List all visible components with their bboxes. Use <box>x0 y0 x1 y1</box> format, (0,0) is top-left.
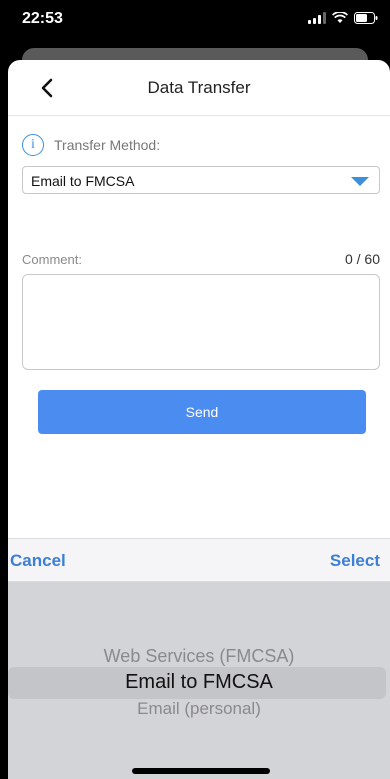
select-button[interactable]: Select <box>330 551 380 571</box>
comment-label: Comment: <box>22 252 82 267</box>
info-icon[interactable]: i <box>22 134 44 156</box>
picker-toolbar: Cancel Select <box>8 538 390 582</box>
picker-option[interactable]: Email (personal) <box>8 699 390 719</box>
dropdown-icon <box>351 177 369 186</box>
cancel-button[interactable]: Cancel <box>10 551 66 571</box>
transfer-method-value: Email to FMCSA <box>31 173 135 189</box>
status-time: 22:53 <box>22 10 63 27</box>
comment-textarea[interactable] <box>22 274 380 370</box>
status-bar: 22:53 <box>0 0 390 40</box>
transfer-method-label: Transfer Method: <box>54 137 161 153</box>
picker-option-selected[interactable]: Email to FMCSA <box>8 671 390 694</box>
picker-wheel[interactable]: Web Services (FMCSA) Email to FMCSA Emai… <box>8 582 390 779</box>
status-icons <box>308 12 378 24</box>
transfer-method-select[interactable]: Email to FMCSA <box>22 166 380 194</box>
battery-icon <box>354 12 378 24</box>
nav-header: Data Transfer <box>8 60 390 116</box>
signal-icon <box>308 12 326 24</box>
picker-option[interactable]: Web Services (FMCSA) <box>8 646 390 667</box>
home-indicator <box>132 768 270 774</box>
send-button[interactable]: Send <box>38 390 366 434</box>
modal-sheet: Data Transfer i Transfer Method: Email t… <box>8 60 390 779</box>
page-title: Data Transfer <box>147 78 251 97</box>
char-counter: 0 / 60 <box>344 251 380 267</box>
wifi-icon <box>332 12 348 24</box>
